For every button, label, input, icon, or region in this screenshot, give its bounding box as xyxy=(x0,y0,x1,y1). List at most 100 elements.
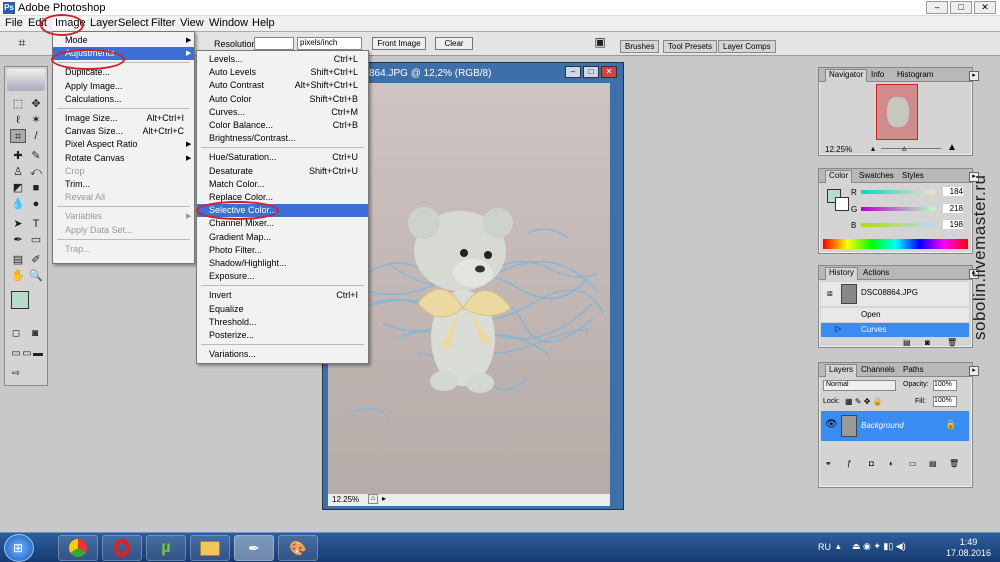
lasso-tool-icon[interactable]: ℓ xyxy=(10,113,26,127)
menu-item-calculations[interactable]: Calculations... xyxy=(53,93,194,106)
image-canvas[interactable] xyxy=(328,83,610,494)
tab-color[interactable]: Color xyxy=(825,170,853,183)
panel-menu-icon[interactable]: ▸ xyxy=(969,366,979,376)
tab-layers[interactable]: Layers xyxy=(825,364,858,377)
clone-stamp-icon[interactable]: ♙ xyxy=(10,165,26,179)
delete-layer-icon[interactable]: 🗑 xyxy=(949,459,959,468)
front-image-button[interactable]: Front Image xyxy=(372,37,426,50)
green-value[interactable]: 218 xyxy=(943,204,963,213)
menu-item-variations[interactable]: Variations... xyxy=(197,348,368,361)
menu-item-auto-contrast[interactable]: Auto Contrast Alt+Shift+Ctrl+L xyxy=(197,79,368,92)
zoom-in-icon[interactable]: ▲ xyxy=(947,142,957,153)
menu-item-exposure[interactable]: Exposure... xyxy=(197,270,368,283)
link-layers-icon[interactable]: ⚭ xyxy=(825,459,832,468)
eraser-tool-icon[interactable]: ◩ xyxy=(10,181,26,195)
blue-value[interactable]: 198 xyxy=(943,220,963,229)
layer-name[interactable]: Background xyxy=(861,421,904,430)
menu-item-apply-image[interactable]: Apply Image... xyxy=(53,80,194,93)
menu-item-hue-saturation[interactable]: Hue/Saturation... Ctrl+U xyxy=(197,151,368,164)
menu-item-threshold[interactable]: Threshold... xyxy=(197,316,368,329)
history-item-current[interactable]: ▷ Curves xyxy=(821,323,969,337)
adjustment-layer-icon[interactable]: ◐ xyxy=(889,459,894,468)
fill-input[interactable]: 100% xyxy=(933,396,957,407)
history-snapshot-row[interactable]: ⧈ DSC08864.JPG xyxy=(821,282,969,306)
menu-item-rotate-canvas[interactable]: Rotate Canvas ▶ xyxy=(53,152,194,165)
menu-item-invert[interactable]: Invert Ctrl+I xyxy=(197,289,368,302)
well-layer-comps[interactable]: Layer Comps xyxy=(718,40,776,53)
tab-history[interactable]: History xyxy=(825,267,858,280)
snapshot-source-icon[interactable]: ⧈ xyxy=(827,288,833,299)
menu-filter[interactable]: Filter xyxy=(151,17,175,29)
marquee-tool-icon[interactable]: ⬚ xyxy=(10,97,26,111)
menu-item-pixel-aspect-ratio[interactable]: Pixel Aspect Ratio ▶ xyxy=(53,138,194,151)
group-layers-icon[interactable]: ▭ xyxy=(909,459,917,468)
blue-slider[interactable] xyxy=(861,223,935,227)
tray-expand-icon[interactable]: ▴ xyxy=(836,541,841,552)
layer-style-icon[interactable]: ƒ xyxy=(847,459,851,468)
healing-brush-icon[interactable]: ✚ xyxy=(10,149,26,163)
clock[interactable]: 1:49 17.08.2016 xyxy=(946,537,991,559)
tab-actions[interactable]: Actions xyxy=(863,268,889,277)
taskbar-photoshop[interactable]: ✒ xyxy=(234,535,274,561)
well-brushes[interactable]: Brushes xyxy=(620,40,660,53)
move-tool-icon[interactable]: ✥ xyxy=(28,97,44,111)
close-button[interactable]: ✕ xyxy=(974,1,996,14)
menu-item-match-color[interactable]: Match Color... xyxy=(197,178,368,191)
color-ramp[interactable] xyxy=(823,239,968,249)
shape-tool-icon[interactable]: ▭ xyxy=(28,233,44,247)
lock-transparent-icon[interactable]: ▦ ✎ ✥ 🔒 xyxy=(845,397,883,406)
menu-item-equalize[interactable]: Equalize xyxy=(197,303,368,316)
quick-mask-icon[interactable]: ◙ xyxy=(27,327,43,341)
navigator-thumbnail[interactable] xyxy=(876,84,918,140)
tray-icons[interactable]: ⏏ ◉ ✦ ▮▯ ◀) xyxy=(852,541,906,552)
brush-tool-icon[interactable]: ✎ xyxy=(28,149,44,163)
taskbar-chrome[interactable] xyxy=(58,535,98,561)
zoom-slider-handle-icon[interactable]: ▵ xyxy=(902,143,907,154)
screen-mode-full-icon[interactable]: ▬ xyxy=(30,347,46,361)
clear-button[interactable]: Clear xyxy=(435,37,473,50)
menu-item-auto-color[interactable]: Auto Color Shift+Ctrl+B xyxy=(197,93,368,106)
type-tool-icon[interactable]: T xyxy=(28,217,44,231)
resolution-input[interactable] xyxy=(254,37,294,50)
tab-navigator[interactable]: Navigator xyxy=(825,69,868,82)
history-item[interactable]: Open xyxy=(821,308,969,322)
taskbar-explorer[interactable] xyxy=(190,535,230,561)
menu-item-image-size[interactable]: Image Size... Alt+Ctrl+I xyxy=(53,112,194,125)
doc-info-arrow-icon[interactable]: ▸ xyxy=(382,494,392,503)
menu-item-levels[interactable]: Levels... Ctrl+L xyxy=(197,53,368,66)
menu-item-photo-filter[interactable]: Photo Filter... xyxy=(197,244,368,257)
blend-mode-select[interactable]: Normal xyxy=(823,380,896,391)
taskbar-utorrent[interactable]: µ xyxy=(146,535,186,561)
layer-visibility-eye-icon[interactable]: 👁 xyxy=(825,419,838,430)
navigator-zoom[interactable]: 12.25% xyxy=(825,145,852,154)
menu-help[interactable]: Help xyxy=(252,17,275,29)
minimize-button[interactable]: – xyxy=(926,1,948,14)
file-browser-icon[interactable]: ▣ xyxy=(592,35,608,49)
history-brush-icon[interactable]: ⤺ xyxy=(28,165,44,179)
crop-tool-icon[interactable]: ⌗ xyxy=(14,36,30,50)
zoom-out-icon[interactable]: ▴ xyxy=(871,144,875,153)
menu-window[interactable]: Window xyxy=(209,17,248,29)
green-slider[interactable] xyxy=(861,207,935,211)
menu-select[interactable]: Select xyxy=(118,17,149,29)
dodge-tool-icon[interactable]: ● xyxy=(28,197,44,211)
doc-maximize-button[interactable]: □ xyxy=(583,66,599,78)
taskbar-paint[interactable]: 🎨 xyxy=(278,535,318,561)
menu-item-trim[interactable]: Trim... xyxy=(53,178,194,191)
path-selection-icon[interactable]: ➤ xyxy=(10,217,26,231)
units-select[interactable]: pixels/inch xyxy=(297,37,362,50)
menu-item-shadow-highlight[interactable]: Shadow/Highlight... xyxy=(197,257,368,270)
crop-tool-icon-active[interactable]: ⌗ xyxy=(10,129,26,143)
tab-info[interactable]: Info xyxy=(871,70,884,79)
panel-menu-icon[interactable]: ▸ xyxy=(969,71,979,81)
doc-close-button[interactable]: ✕ xyxy=(601,66,617,78)
tab-swatches[interactable]: Swatches xyxy=(859,171,894,180)
tab-histogram[interactable]: Histogram xyxy=(897,70,933,79)
doc-minimize-button[interactable]: – xyxy=(565,66,581,78)
zoom-slider[interactable] xyxy=(881,148,941,149)
notes-tool-icon[interactable]: ▤ xyxy=(10,253,26,267)
menu-item-desaturate[interactable]: Desaturate Shift+Ctrl+U xyxy=(197,165,368,178)
menu-item-canvas-size[interactable]: Canvas Size... Alt+Ctrl+C xyxy=(53,125,194,138)
menu-layer[interactable]: Layer xyxy=(90,17,118,29)
foreground-color-swatch[interactable] xyxy=(11,291,29,309)
